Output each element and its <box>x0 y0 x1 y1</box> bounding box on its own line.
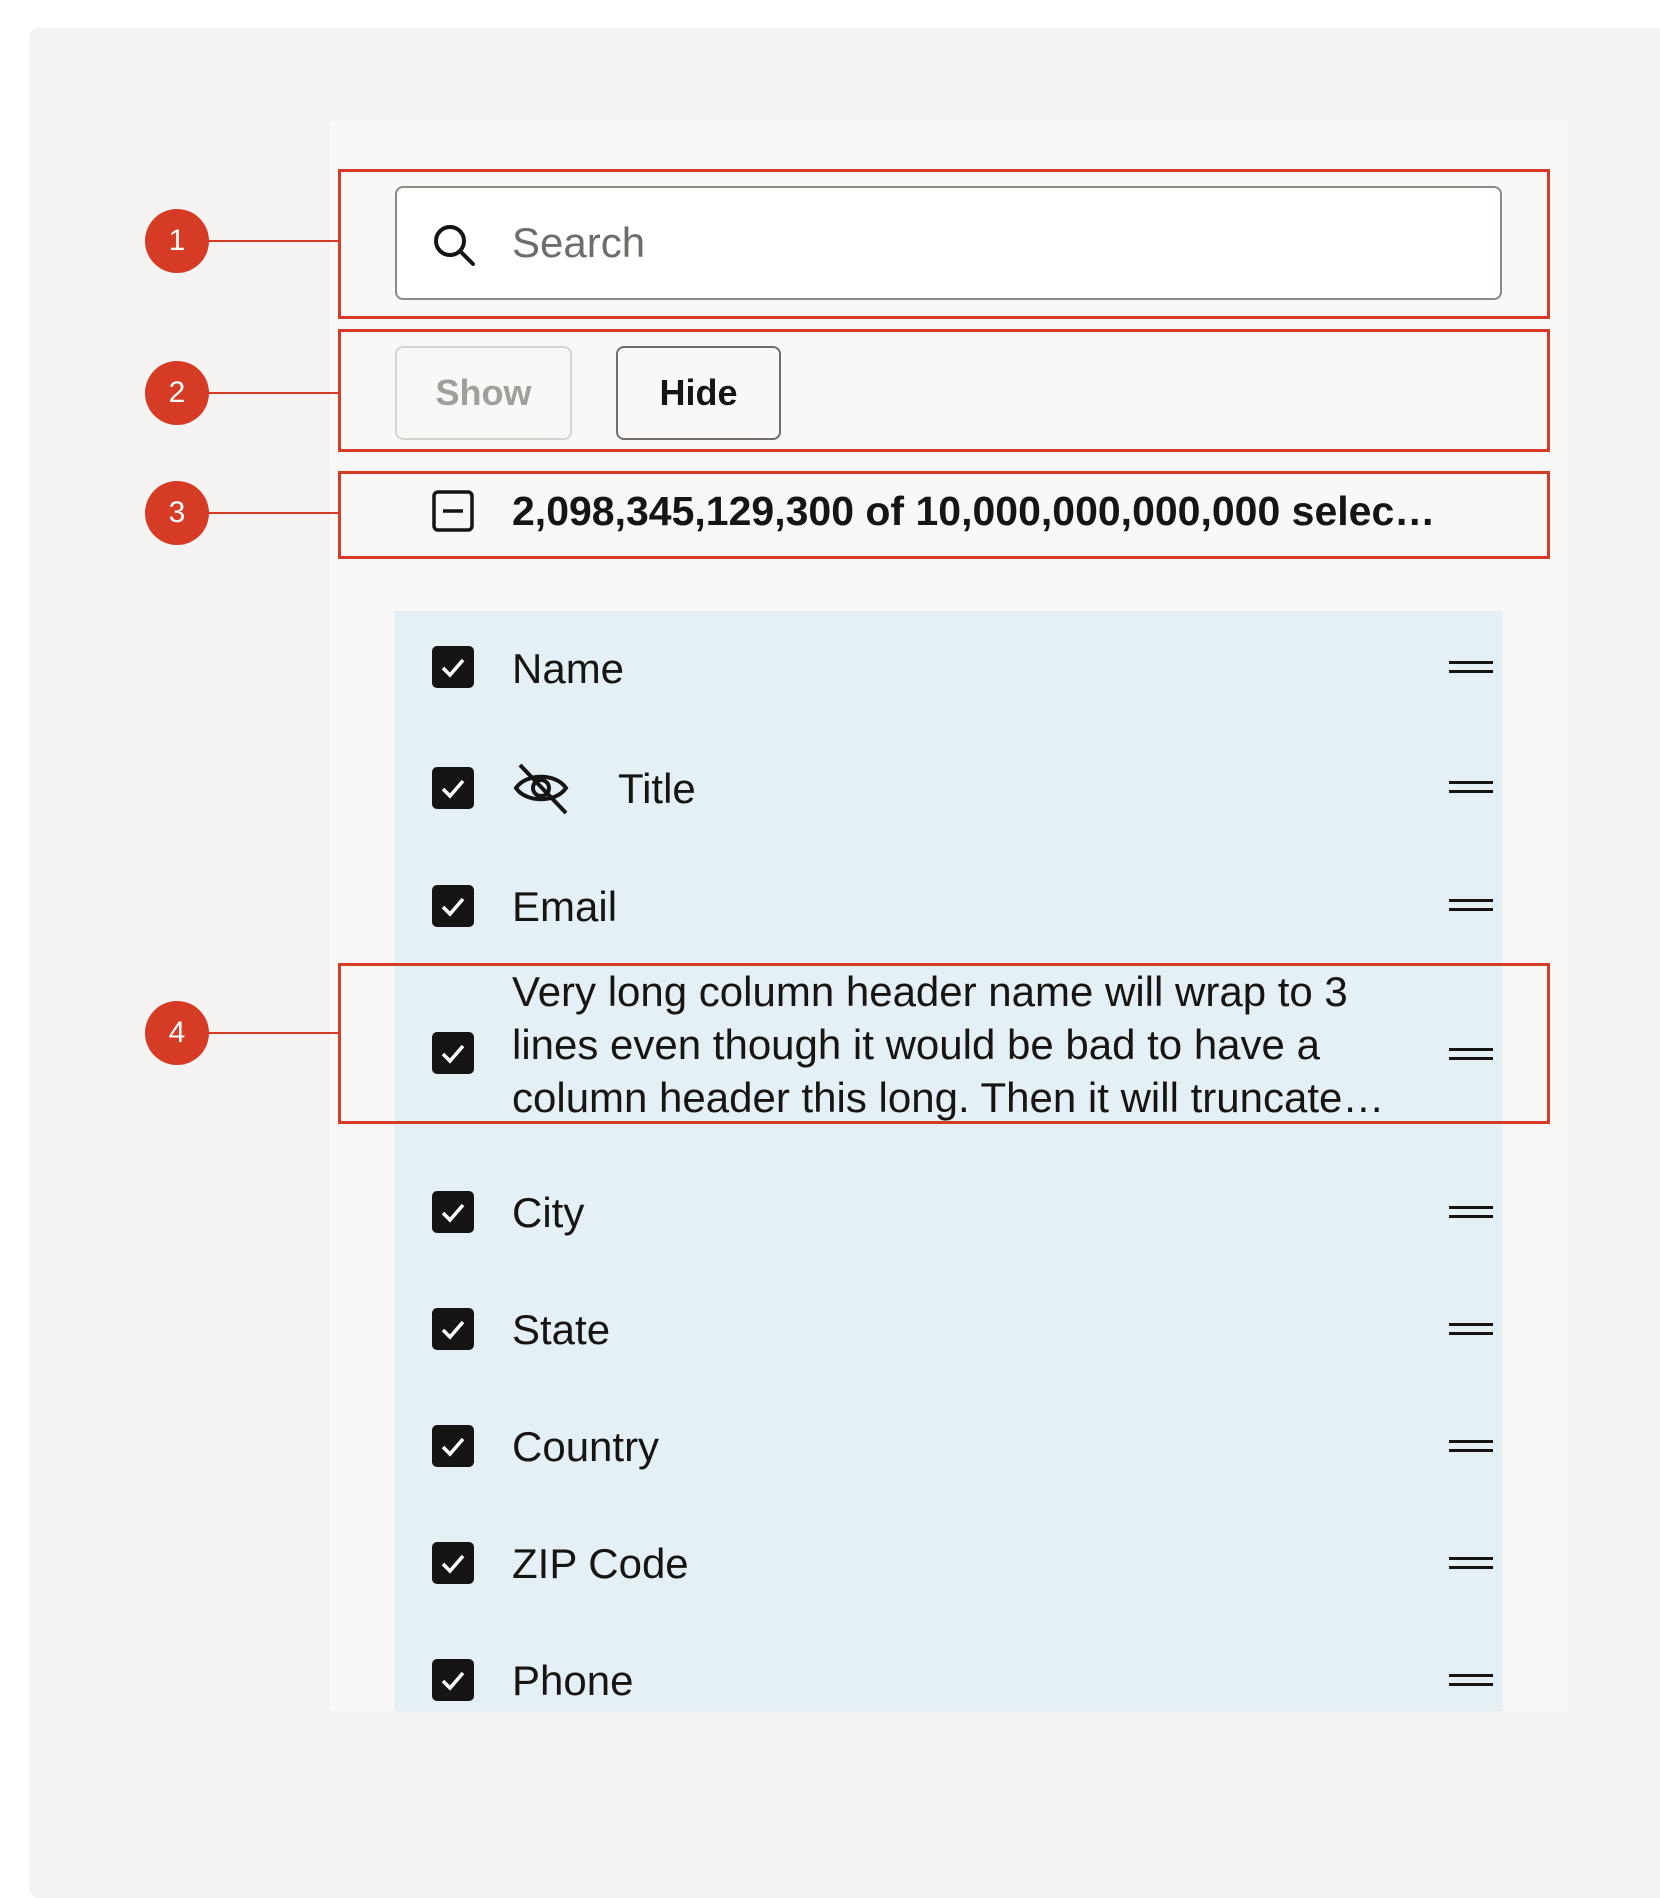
drag-handle-icon[interactable] <box>1449 781 1493 793</box>
list-item-city[interactable]: City <box>394 1141 1503 1256</box>
checkbox[interactable] <box>432 1542 474 1584</box>
drag-handle-icon[interactable] <box>1449 1557 1493 1569</box>
callout-badge-1: 1 <box>145 209 209 273</box>
checkmark-icon <box>441 1320 465 1340</box>
list-item-title[interactable]: Title <box>394 723 1503 843</box>
column-label: Name <box>512 645 625 692</box>
annotation-leader-4 <box>208 1032 340 1034</box>
column-label: Phone <box>512 1657 634 1704</box>
list-item-country[interactable]: Country <box>394 1373 1503 1490</box>
drag-handle-icon[interactable] <box>1449 1206 1493 1218</box>
list-item-phone[interactable]: Phone <box>394 1607 1503 1711</box>
checkmark-icon <box>441 1554 465 1574</box>
annotation-leader-3 <box>208 512 340 514</box>
column-list: Name Title Email Very long column header… <box>394 611 1503 1711</box>
checkmark-icon <box>441 1437 465 1457</box>
drag-handle-icon[interactable] <box>1449 1440 1493 1452</box>
annotation-box-1 <box>338 169 1550 319</box>
column-label: Email <box>512 883 618 930</box>
checkbox[interactable] <box>432 1308 474 1350</box>
annotation-leader-2 <box>208 392 340 394</box>
checkmark-icon <box>441 658 465 678</box>
annotation-leader-1 <box>208 240 340 242</box>
list-item-name[interactable]: Name <box>394 611 1503 723</box>
checkbox[interactable] <box>432 646 474 688</box>
column-label: ZIP Code <box>512 1540 689 1587</box>
drag-handle-icon[interactable] <box>1449 1674 1493 1686</box>
drag-handle-icon[interactable] <box>1449 1323 1493 1335</box>
drag-handle-icon[interactable] <box>1449 661 1493 673</box>
checkmark-icon <box>441 779 465 799</box>
column-label: City <box>512 1189 585 1236</box>
list-item-email[interactable]: Email <box>394 843 1503 953</box>
annotation-box-2 <box>338 329 1550 452</box>
list-item-state[interactable]: State <box>394 1256 1503 1373</box>
column-label: Title <box>618 765 696 812</box>
checkbox[interactable] <box>432 767 474 809</box>
list-item-zip-code[interactable]: ZIP Code <box>394 1490 1503 1607</box>
callout-badge-2: 2 <box>145 361 209 425</box>
checkmark-icon <box>441 1671 465 1691</box>
callout-badge-3: 3 <box>145 481 209 545</box>
callout-badge-4: 4 <box>145 1001 209 1065</box>
annotation-box-4 <box>338 963 1550 1124</box>
column-label: Country <box>512 1423 660 1470</box>
checkbox[interactable] <box>432 885 474 927</box>
eye-slash-icon <box>513 763 569 815</box>
annotation-box-3 <box>338 471 1550 559</box>
checkbox[interactable] <box>432 1425 474 1467</box>
checkbox[interactable] <box>432 1191 474 1233</box>
checkmark-icon <box>441 897 465 917</box>
drag-handle-icon[interactable] <box>1449 899 1493 911</box>
checkmark-icon <box>441 1203 465 1223</box>
checkbox[interactable] <box>432 1659 474 1701</box>
column-label: State <box>512 1306 611 1353</box>
